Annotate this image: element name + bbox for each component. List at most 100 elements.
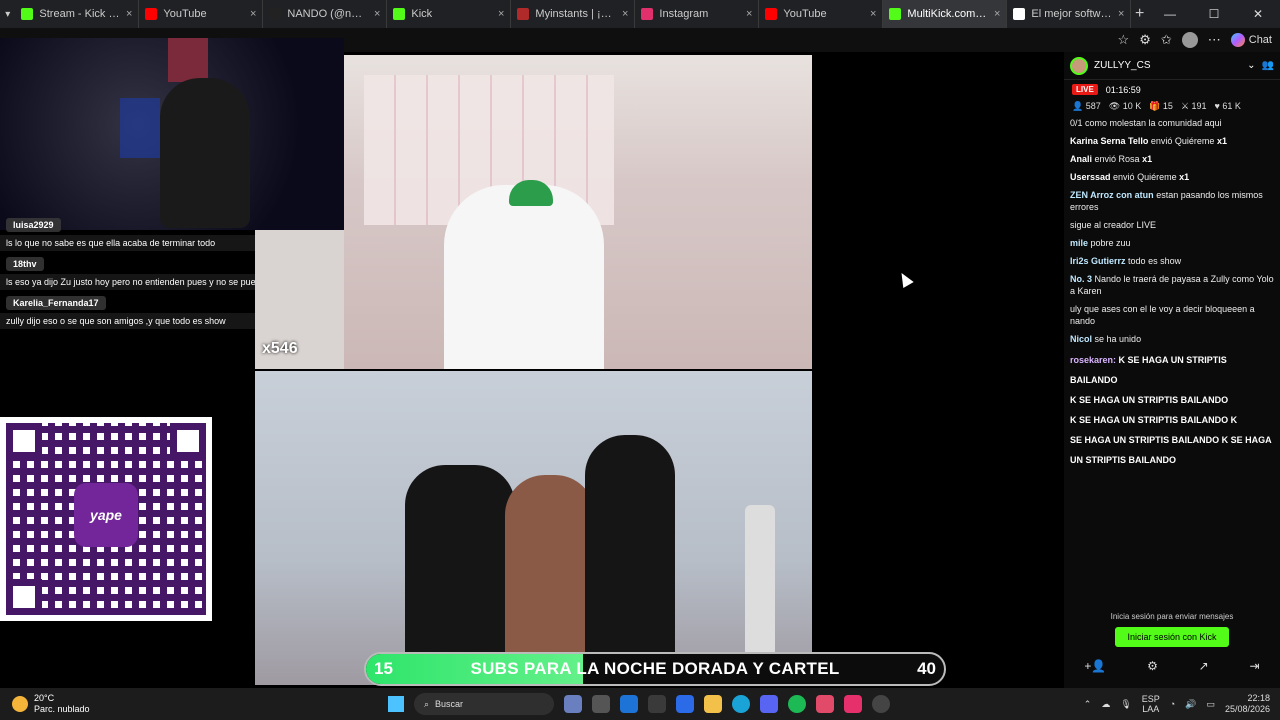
task-view-icon[interactable]: [592, 695, 610, 713]
language-indicator[interactable]: ESP LAA: [1142, 694, 1160, 714]
chat-username[interactable]: mile: [1070, 238, 1088, 248]
bookmark-star-icon[interactable]: ☆: [1118, 32, 1130, 48]
search-placeholder: Buscar: [435, 699, 464, 709]
channel-avatar[interactable]: [1070, 56, 1088, 75]
chevron-up-icon[interactable]: ⌃: [1084, 699, 1092, 710]
close-window-icon[interactable]: ✕: [1236, 7, 1280, 21]
copilot-app-icon[interactable]: [676, 695, 694, 713]
browser-tab[interactable]: YouTube ×: [139, 0, 264, 28]
highlight-user-line: rosekaren: K SE HAGA UN STRIPTIS BAILAND…: [1064, 350, 1280, 390]
highlight-user[interactable]: rosekaren:: [1070, 355, 1116, 365]
browser-tab[interactable]: Kick ×: [387, 0, 512, 28]
browser-tab[interactable]: MultiKick.com: Wa ×: [883, 0, 1008, 28]
store-icon[interactable]: [648, 695, 666, 713]
browser-tab[interactable]: Instagram ×: [635, 0, 760, 28]
discord-icon[interactable]: [760, 695, 778, 713]
wifi-icon[interactable]: ◔: [1170, 699, 1175, 709]
favorites-icon[interactable]: ✩: [1161, 32, 1172, 48]
chat-message: ZEN Arroz con atun estan pasando los mis…: [1064, 186, 1280, 216]
video-feed-bottom[interactable]: [255, 371, 812, 685]
mods-count: ⚔ 191: [1180, 101, 1207, 111]
qr-corner-tr: [170, 423, 206, 459]
yape-qr-code: yape: [0, 417, 212, 621]
gift-count: x1: [1216, 136, 1227, 146]
close-tab-icon[interactable]: ×: [498, 8, 504, 20]
chat-username[interactable]: Anali: [1070, 154, 1092, 164]
game-app-icon[interactable]: [564, 695, 582, 713]
webcam-poster: [168, 38, 208, 82]
close-tab-icon[interactable]: ×: [746, 8, 752, 20]
close-tab-icon[interactable]: ×: [622, 8, 628, 20]
chat-username[interactable]: Iri2s Gutierrz: [1070, 256, 1126, 266]
profile-avatar[interactable]: [1181, 32, 1198, 48]
chevron-down-icon[interactable]: ⌄: [1247, 60, 1255, 71]
live-badge: LIVE: [1072, 84, 1098, 95]
taskbar-apps: ⌕ Buscar: [388, 693, 890, 715]
app-icon-red[interactable]: [816, 695, 834, 713]
tiktok-icon[interactable]: [844, 695, 862, 713]
viewers-value: 587: [1085, 101, 1101, 111]
notes-app-icon[interactable]: [620, 695, 638, 713]
close-tab-icon[interactable]: ×: [250, 8, 256, 20]
battery-icon[interactable]: ▭: [1206, 699, 1215, 710]
chat-username[interactable]: No. 3: [1070, 274, 1092, 284]
chat-header: ZULLYY_CS ⌄ 👥: [1064, 52, 1280, 80]
mic-icon[interactable]: 🎙: [1120, 699, 1131, 710]
chat-label: Chat: [1248, 34, 1272, 46]
tab-title: YouTube: [163, 8, 207, 20]
minimize-icon[interactable]: —: [1148, 7, 1192, 21]
new-tab-button[interactable]: +: [1131, 5, 1148, 23]
weather-widget[interactable]: 20°C Parc. nublado: [0, 693, 300, 715]
tab-actions-menu[interactable]: ▾: [0, 0, 15, 28]
video-feed-top[interactable]: [344, 55, 812, 369]
browser-tabbar: ▾ Stream - Kick Dashboa × YouTube × NAND…: [0, 0, 1280, 28]
add-user-icon[interactable]: +👤: [1084, 659, 1106, 673]
volume-icon[interactable]: 🔊: [1185, 699, 1196, 710]
chat-username[interactable]: Karina Serna Tello: [1070, 136, 1148, 146]
chat-username[interactable]: Nicol: [1070, 334, 1092, 344]
spotify-icon[interactable]: [788, 695, 806, 713]
close-tab-icon[interactable]: ×: [126, 8, 132, 20]
browser-tab[interactable]: YouTube ×: [759, 0, 884, 28]
browser-tab[interactable]: NANDO (@nandoweed ×: [263, 0, 388, 28]
clock[interactable]: 22:18 25/08/2026: [1225, 693, 1270, 715]
extensions-icon[interactable]: ⚙: [1139, 32, 1151, 48]
maximize-icon[interactable]: ☐: [1192, 7, 1236, 21]
exit-icon[interactable]: ⇥: [1250, 659, 1260, 673]
chat-message: sigue al creador LIVE: [1064, 216, 1280, 234]
file-explorer-icon[interactable]: [704, 695, 722, 713]
users-icon[interactable]: 👥: [1262, 60, 1274, 71]
settings-icon[interactable]: ⚙: [1147, 659, 1158, 673]
chat-username[interactable]: ZEN Arroz con atun: [1070, 190, 1154, 200]
qr-corner-tl: [6, 423, 42, 459]
multiplier-label: x546: [262, 340, 298, 357]
close-tab-icon[interactable]: ×: [870, 8, 876, 20]
windows-taskbar: 20°C Parc. nublado ⌕ Buscar ⌃ ☁ 🎙 ESP LA…: [0, 688, 1280, 720]
more-menu-icon[interactable]: ⋯: [1208, 32, 1221, 48]
viewers-count: 👤 587: [1072, 101, 1101, 111]
tab-favicon: [765, 8, 778, 20]
channel-name[interactable]: ZULLYY_CS: [1094, 60, 1241, 71]
browser-tab[interactable]: Stream - Kick Dashboa ×: [15, 0, 140, 28]
chat-username[interactable]: Userssad: [1070, 172, 1111, 182]
weather-desc: Parc. nublado: [34, 704, 90, 714]
login-with-kick-button[interactable]: Iniciar sesión con Kick: [1115, 627, 1229, 647]
network-icon[interactable]: ☁: [1101, 699, 1110, 710]
copilot-chat-button[interactable]: Chat: [1230, 33, 1272, 47]
close-tab-icon[interactable]: ×: [994, 8, 1000, 20]
browser-tab[interactable]: Myinstants | ¡El sitio web ×: [511, 0, 636, 28]
close-tab-icon[interactable]: ×: [1118, 8, 1124, 20]
chat-message: Karina Serna Tello envió Quiéreme x1: [1064, 132, 1280, 150]
chat-login-area: Inicia sesión para enviar mensajes Inici…: [1064, 600, 1280, 688]
close-tab-icon[interactable]: ×: [374, 8, 380, 20]
browser-tab[interactable]: El mejor software para p ×: [1007, 0, 1132, 28]
taskbar-search[interactable]: ⌕ Buscar: [414, 693, 554, 715]
start-icon[interactable]: [388, 696, 404, 712]
tab-favicon: [269, 8, 282, 20]
watch-value: 10 K: [1122, 101, 1142, 111]
chrome-icon[interactable]: [872, 695, 890, 713]
yape-logo: yape: [74, 483, 138, 547]
share-icon[interactable]: ↗: [1199, 659, 1209, 673]
edge-icon[interactable]: [732, 695, 750, 713]
watch-count: 👁 10 K: [1108, 101, 1142, 111]
